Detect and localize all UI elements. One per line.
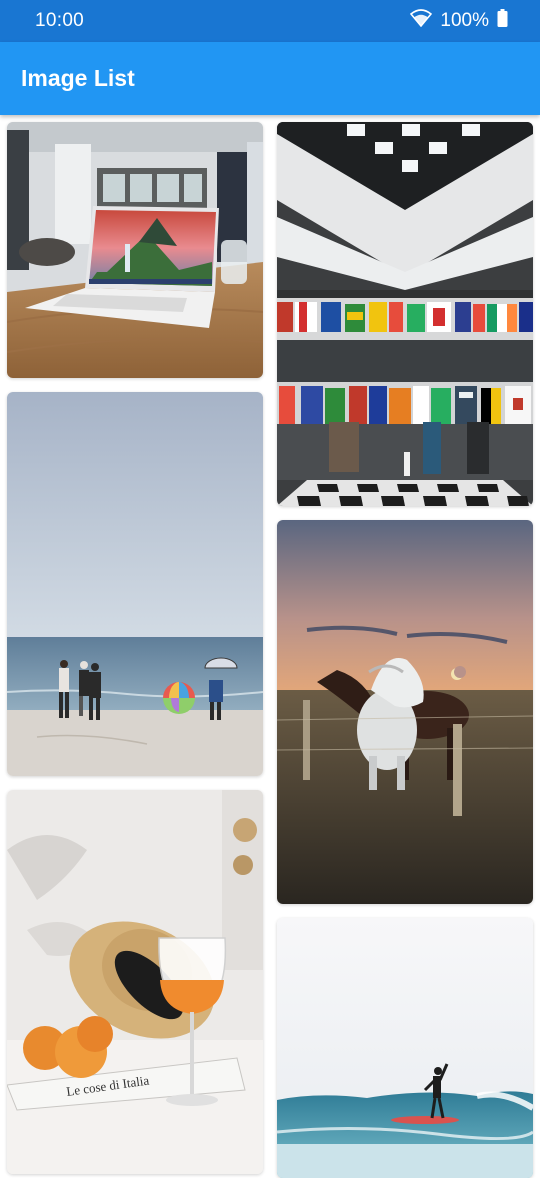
battery-icon [497,9,508,33]
status-bar: 10:00 100% [0,0,540,42]
image-tile-beach[interactable] [7,392,263,776]
image-tile-surfer[interactable] [277,918,533,1178]
surfer-photo [277,918,533,1178]
app-bar: Image List [0,42,540,115]
laptop-photo [7,122,263,378]
status-indicators: 100% [410,9,508,33]
still-life-photo: Le cose di Italia [7,790,263,1174]
page-title: Image List [21,65,135,91]
beach-photo [7,392,263,776]
image-tile-laptop[interactable] [7,122,263,378]
rainbow-umbrella [163,682,195,714]
flags-row-bottom [279,386,531,426]
horses-photo [277,520,533,904]
atrium-photo [277,122,533,506]
status-time: 10:00 [35,10,85,31]
battery-percent: 100% [440,10,489,31]
wifi-icon [410,9,433,33]
checkered-floor [277,480,533,506]
image-tile-hat[interactable]: Le cose di Italia [7,790,263,1174]
image-tile-atrium[interactable] [277,122,533,506]
image-tile-horses[interactable] [277,520,533,904]
